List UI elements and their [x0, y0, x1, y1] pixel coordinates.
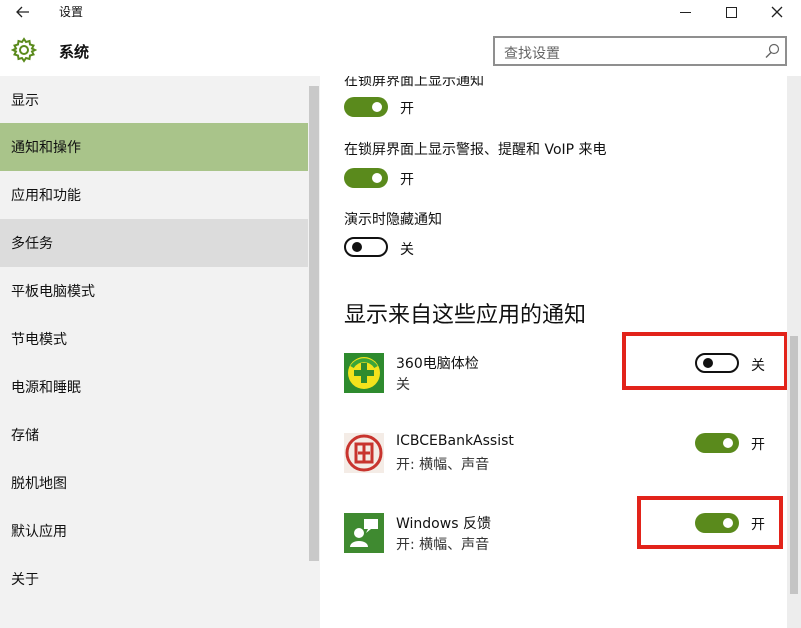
sidebar-item-label: 关于	[11, 572, 39, 588]
sidebar-item-label: 存储	[11, 428, 39, 444]
app-name: Windows 反馈	[396, 516, 491, 532]
sidebar: 显示 通知和操作 应用和功能 多任务 平板电脑模式 节电模式 电源和睡眠 存储 …	[0, 76, 320, 628]
toggle-switch-lock-screen-alarms[interactable]	[344, 168, 388, 188]
sidebar-item-display[interactable]: 显示	[0, 76, 308, 124]
page-header: 系统 查找设置	[0, 24, 801, 76]
app-status: 关	[396, 377, 410, 393]
search-icon[interactable]	[764, 43, 780, 59]
toggle-knob	[352, 242, 362, 252]
sidebar-item-label: 多任务	[11, 236, 53, 252]
icbc-bank-icon	[344, 433, 384, 473]
back-arrow-icon[interactable]	[8, 0, 38, 24]
toggle-switch-lock-screen-notifications[interactable]	[344, 97, 388, 117]
minimize-button[interactable]	[662, 0, 708, 24]
sidebar-item-label: 应用和功能	[11, 188, 81, 204]
option-label: 演示时隐藏通知	[344, 212, 442, 228]
sidebar-item-label: 节电模式	[11, 332, 67, 348]
option-label: 在锁屏界面上显示警报、提醒和 VoIP 来电	[344, 142, 607, 158]
toggle-state-label: 开	[400, 172, 414, 188]
toggle-knob	[372, 102, 382, 112]
windows-feedback-icon	[344, 513, 384, 553]
sidebar-item-label: 电源和睡眠	[11, 380, 81, 396]
sidebar-item-label: 通知和操作	[11, 140, 81, 156]
search-input[interactable]: 查找设置	[493, 36, 787, 66]
close-icon	[771, 6, 783, 18]
toggle-knob	[372, 173, 382, 183]
sidebar-item-battery-saver[interactable]: 节电模式	[0, 315, 308, 363]
sidebar-item-notifications[interactable]: 通知和操作	[0, 123, 308, 171]
sidebar-item-about[interactable]: 关于	[0, 555, 308, 603]
content-scrollbar-thumb[interactable]	[790, 336, 798, 594]
maximize-button[interactable]	[708, 0, 754, 24]
sidebar-item-label: 脱机地图	[11, 476, 67, 492]
highlight-box-feedback-toggle	[637, 496, 783, 549]
360-checkup-icon	[344, 353, 384, 393]
sidebar-item-storage[interactable]: 存储	[0, 411, 308, 459]
app-status: 开: 横幅、声音	[396, 537, 490, 553]
toggle-knob	[723, 438, 733, 448]
sidebar-item-default-apps[interactable]: 默认应用	[0, 507, 308, 555]
window-title: 设置	[59, 5, 84, 19]
highlight-box-360-toggle	[622, 332, 788, 390]
gear-icon	[11, 37, 37, 63]
toggle-switch-icbc[interactable]	[695, 433, 739, 453]
toggle-switch-presentation-hide[interactable]	[344, 237, 388, 257]
toggle-state-label: 关	[400, 242, 414, 258]
sidebar-item-label: 显示	[11, 93, 39, 109]
section-title: 显示来自这些应用的通知	[344, 303, 587, 328]
maximize-icon	[725, 6, 737, 18]
search-placeholder: 查找设置	[504, 46, 560, 62]
sidebar-item-label: 默认应用	[11, 524, 67, 540]
close-button[interactable]	[754, 0, 800, 24]
sidebar-item-power-sleep[interactable]: 电源和睡眠	[0, 363, 308, 411]
sidebar-scrollbar[interactable]	[309, 86, 319, 561]
sidebar-item-tablet-mode[interactable]: 平板电脑模式	[0, 267, 308, 315]
page-title: 系统	[59, 43, 90, 61]
toggle-state-label: 开	[751, 437, 765, 453]
app-status: 开: 横幅、声音	[396, 457, 490, 473]
sidebar-item-offline-maps[interactable]: 脱机地图	[0, 459, 308, 507]
sidebar-item-apps[interactable]: 应用和功能	[0, 171, 308, 219]
option-label: 在锁屏界面上显示通知	[344, 76, 484, 89]
sidebar-item-label: 平板电脑模式	[11, 284, 95, 300]
minimize-icon	[679, 11, 691, 13]
sidebar-item-multitasking[interactable]: 多任务	[0, 219, 308, 267]
app-name: ICBCEBankAssist	[396, 433, 514, 449]
title-bar: 设置	[0, 0, 801, 24]
app-name: 360电脑体检	[396, 356, 479, 372]
toggle-state-label: 开	[400, 101, 414, 117]
